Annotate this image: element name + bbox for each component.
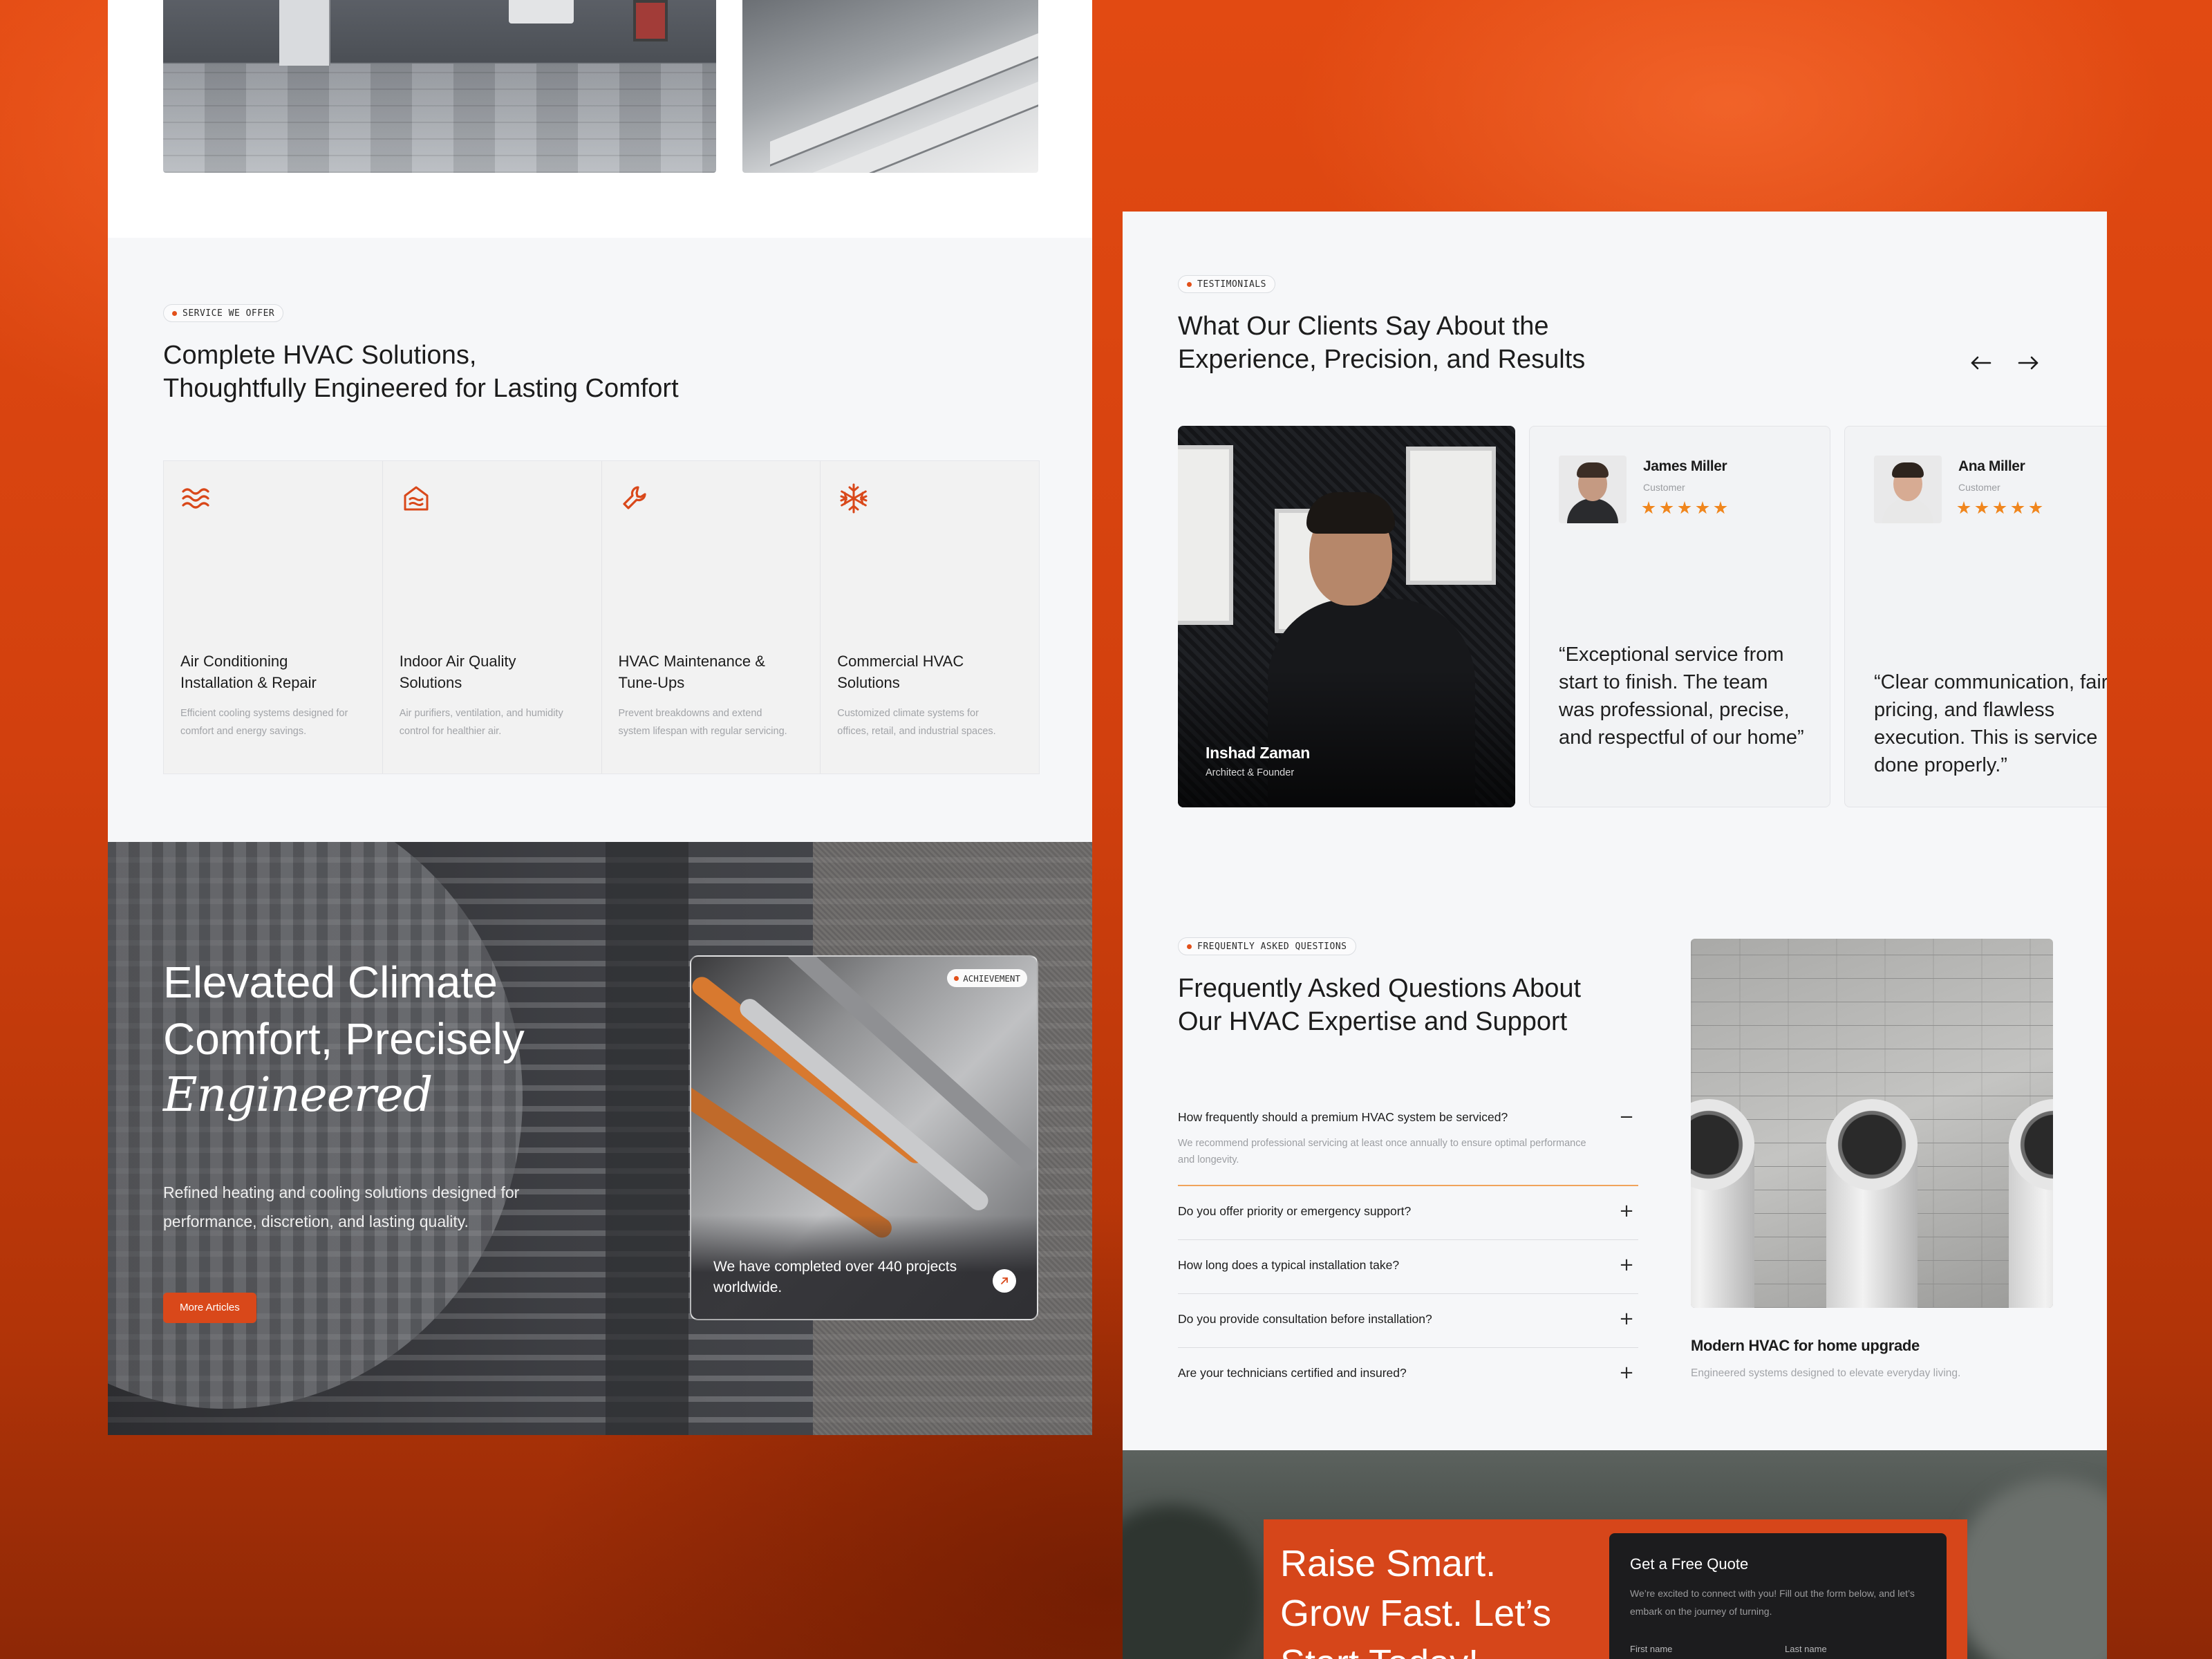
achievement-text: We have completed over 440 projects worl… — [713, 1259, 957, 1295]
services-section: SERVICE WE OFFER Complete HVAC Solutions… — [108, 238, 1092, 842]
form-title: Get a Free Quote — [1630, 1555, 1749, 1573]
star-icon — [1975, 501, 1989, 514]
snowflake-icon — [840, 483, 868, 514]
form-subtitle: We’re excited to connect with you! Fill … — [1630, 1588, 1915, 1617]
services-grid: Air Conditioning Installation & Repair E… — [163, 460, 1040, 774]
image-subcaption: Engineered systems designed to elevate e… — [1691, 1367, 1961, 1379]
star-icon — [1642, 501, 1656, 514]
star-icon — [1696, 501, 1709, 514]
building-exterior-image — [163, 0, 716, 173]
star-icon — [1714, 501, 1727, 514]
star-icon — [1678, 501, 1691, 514]
faq-title: Frequently Asked Questions About Our HVAC… — [1178, 974, 1582, 1036]
expand-icon[interactable]: + — [1618, 1309, 1635, 1329]
testimonial-card[interactable]: James Miller Customer “Exceptional servi… — [1529, 426, 1830, 807]
achievement-card[interactable]: ACHIEVEMENT We have completed over 440 p… — [690, 955, 1038, 1320]
achievement-tag: ACHIEVEMENT — [947, 969, 1027, 987]
service-desc: Air purifiers, ventilation, and humidity… — [399, 708, 563, 737]
service-card[interactable]: HVAC Maintenance & Tune-Ups Prevent brea… — [601, 461, 821, 774]
avatar — [1874, 456, 1942, 523]
faq-question: Are your technicians certified and insur… — [1178, 1366, 1407, 1380]
star-icon — [1660, 501, 1674, 514]
service-desc: Customized climate systems for offices, … — [837, 708, 996, 737]
faq-question: Do you provide consultation before insta… — [1178, 1312, 1432, 1326]
faq-answer: We recommend professional servicing at l… — [1178, 1138, 1586, 1165]
featured-name: Inshad Zaman — [1206, 744, 1311, 762]
service-title: HVAC Maintenance & Tune-Ups — [618, 653, 765, 691]
faq-item[interactable]: Do you provide consultation before insta… — [1178, 1294, 1638, 1348]
first-name-label: First name — [1630, 1644, 1673, 1654]
quote-form: Get a Free Quote We’re excited to connec… — [1609, 1533, 1947, 1659]
customer-role: Customer — [1958, 482, 2000, 493]
image-caption: Modern HVAC for home upgrade — [1691, 1337, 1920, 1354]
arrow-left-icon — [1971, 356, 1991, 369]
customer-role: Customer — [1643, 482, 1685, 493]
prev-testimonial-button[interactable] — [1965, 348, 1998, 379]
services-title: Complete HVAC Solutions, Thoughtfully Eng… — [163, 341, 679, 403]
rating-stars — [1642, 501, 1727, 515]
service-card[interactable]: Air Conditioning Installation & Repair E… — [164, 461, 383, 774]
faq-list: How frequently should a premium HVAC sys… — [1178, 1107, 1638, 1398]
expand-icon[interactable]: + — [1618, 1201, 1635, 1221]
faq-item[interactable]: Do you offer priority or emergency suppo… — [1178, 1186, 1638, 1240]
avatar — [1559, 456, 1627, 523]
testimonial-quote: “Exceptional service from start to finis… — [1559, 644, 1804, 749]
service-desc: Prevent breakdowns and extend system lif… — [618, 708, 787, 737]
last-name-label: Last name — [1785, 1644, 1827, 1654]
service-card[interactable]: Indoor Air Quality Solutions Air purifie… — [382, 461, 602, 774]
rating-stars — [1957, 501, 2043, 515]
wrench-icon — [622, 486, 646, 509]
faq-item[interactable]: How frequently should a premium HVAC sys… — [1178, 1107, 1638, 1186]
services-tag: SERVICE WE OFFER — [163, 304, 284, 322]
waves-icon — [182, 488, 209, 509]
faq-tag: FREQUENTLY ASKED QUESTIONS — [1178, 937, 1356, 955]
customer-name: Ana Miller — [1958, 458, 2025, 474]
achievement-open-button[interactable] — [993, 1269, 1016, 1293]
faq-item[interactable]: How long does a typical installation tak… — [1178, 1240, 1638, 1294]
hero-section: Elevated Climate Comfort, Precisely Engine… — [108, 842, 1092, 1435]
faq-question: Do you offer priority or emergency suppo… — [1178, 1204, 1412, 1218]
testimonials-title: What Our Clients Say About the Experience… — [1178, 312, 1586, 374]
faq-item[interactable]: Are your technicians certified and insur… — [1178, 1348, 1638, 1398]
featured-testimonial-photo[interactable]: Inshad Zaman Architect & Founder — [1178, 426, 1515, 807]
star-icon — [1993, 501, 2007, 514]
service-title: Indoor Air Quality Solutions — [399, 653, 516, 691]
testimonials-tag: TESTIMONIALS — [1178, 275, 1275, 293]
more-articles-button[interactable]: More Articles — [163, 1293, 256, 1323]
star-icon — [2011, 501, 2025, 514]
faq-question: How long does a typical installation tak… — [1178, 1258, 1400, 1272]
arrow-right-icon — [2018, 356, 2038, 369]
hero-title: Elevated Climate Comfort, Precisely Engine… — [163, 957, 525, 1123]
expand-icon[interactable]: + — [1618, 1363, 1635, 1382]
star-icon — [1957, 501, 1971, 514]
testimonial-quote: “Clear communication, fair pricing, and … — [1874, 671, 2107, 776]
service-card[interactable]: Commercial HVAC Solutions Customized cli… — [821, 461, 1039, 774]
service-title: Commercial HVAC Solutions — [837, 653, 964, 691]
testimonials-carousel: Inshad Zaman Architect & Founder James M… — [1178, 426, 2107, 807]
customer-name: James Miller — [1643, 458, 1727, 474]
collapse-icon[interactable]: − — [1618, 1107, 1635, 1127]
service-desc: Efficient cooling systems designed for c… — [180, 708, 348, 737]
cta-card: Raise Smart.Grow Fast. Let’sStart Today!… — [1264, 1519, 1967, 1659]
hvac-vents-image — [1691, 939, 2053, 1308]
architecture-detail-image — [742, 0, 1038, 173]
left-page-panel: SERVICE WE OFFER Complete HVAC Solutions… — [108, 0, 1092, 1435]
right-page-panel: TESTIMONIALS What Our Clients Say About … — [1123, 212, 2107, 1659]
hero-paragraph: Refined heating and cooling solutions de… — [163, 1183, 520, 1230]
faq-question: How frequently should a premium HVAC sys… — [1178, 1110, 1508, 1124]
house-air-icon — [404, 486, 429, 511]
service-title: Air Conditioning Installation & Repair — [180, 653, 317, 691]
featured-role: Architect & Founder — [1206, 767, 1295, 778]
cta-title: Raise Smart.Grow Fast. Let’sStart Today! — [1280, 1543, 1552, 1659]
next-testimonial-button[interactable] — [2012, 348, 2045, 379]
testimonial-card[interactable]: Ana Miller Customer “Clear communication… — [1844, 426, 2107, 807]
cta-section: Raise Smart.Grow Fast. Let’sStart Today!… — [1123, 1450, 2107, 1659]
star-icon — [2029, 501, 2043, 514]
expand-icon[interactable]: + — [1618, 1255, 1635, 1275]
arrow-up-right-icon — [1001, 1277, 1008, 1284]
